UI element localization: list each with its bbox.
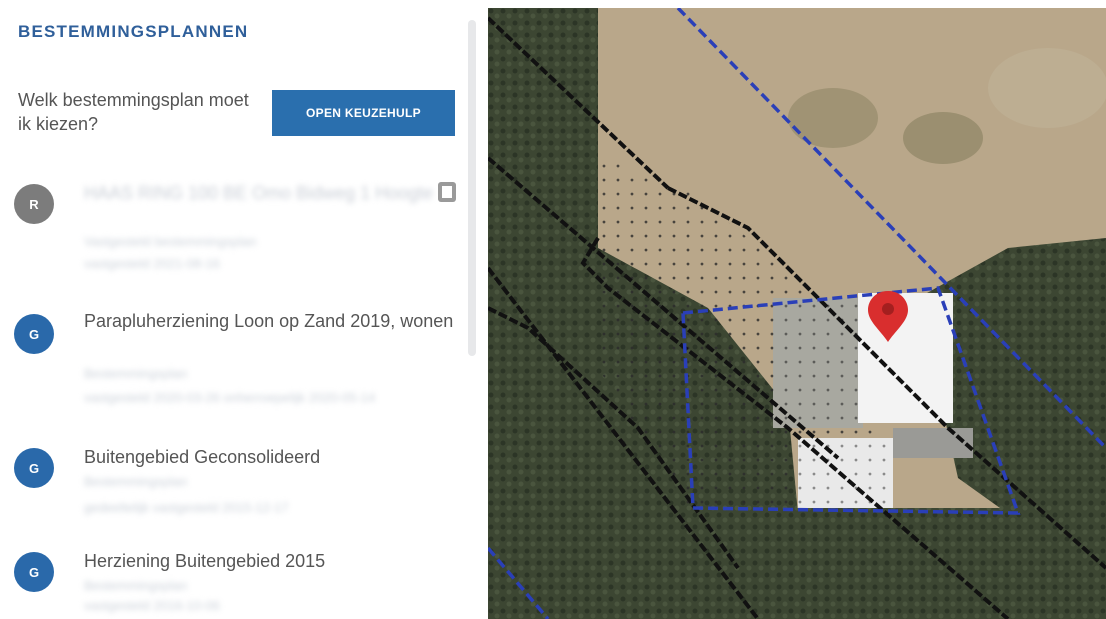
plan-type: Bestemmingsplan [84,366,188,381]
aerial-map[interactable] [488,8,1106,619]
plan-list-item[interactable]: G Paraplu­herziening Loon op Zand 2019, … [0,300,470,412]
plan-date: gedeeltelijk vastgesteld 2015-12-17 [84,500,289,515]
plan-date: vastgesteld 2020-03-26 onherroepelijk 20… [84,390,376,405]
plan-date: vastgesteld 2021-08-16 [84,256,220,271]
plan-type: Vastgesteld bestemmingsplan [84,234,257,249]
plan-list-item[interactable]: R HAAS RING 100 BE Omo Bidweg 1 Hoogte V… [0,170,470,280]
plan-type-icon: G [14,448,54,488]
plan-type-icon: G [14,552,54,592]
plan-type-icon: R [14,184,54,224]
plan-type: Bestemmingsplan [84,578,188,593]
plan-list-item[interactable]: G Buitengebied Geconsolideerd Bestemming… [0,438,470,528]
plan-type: Bestemmingsplan [84,474,188,489]
document-icon[interactable] [438,182,456,202]
plan-name: HAAS RING 100 BE Omo Bidweg 1 Hoogte [84,183,434,203]
plan-name: Paraplu­herziening Loon op Zand 2019, wo… [84,311,454,331]
plan-list-item[interactable]: G Herziening Buitengebied 2015 Bestemmin… [0,540,470,619]
plan-type-icon: G [14,314,54,354]
help-question: Welk bestemmingsplan moet ik kiezen? [18,90,249,134]
sidebar-panel: BESTEMMINGSPLANNEN Welk bestemmingsplan … [0,0,478,619]
map-canvas[interactable] [488,8,1106,619]
plan-name: Herziening Buitengebied 2015 [84,551,326,571]
panel-title: BESTEMMINGSPLANNEN [18,22,249,41]
plan-date: vastgesteld 2016-10-06 [84,598,220,613]
open-keuzehulp-button[interactable]: OPEN KEUZEHULP [272,90,455,136]
plan-name: Buitengebied Geconsolideerd [84,447,321,467]
